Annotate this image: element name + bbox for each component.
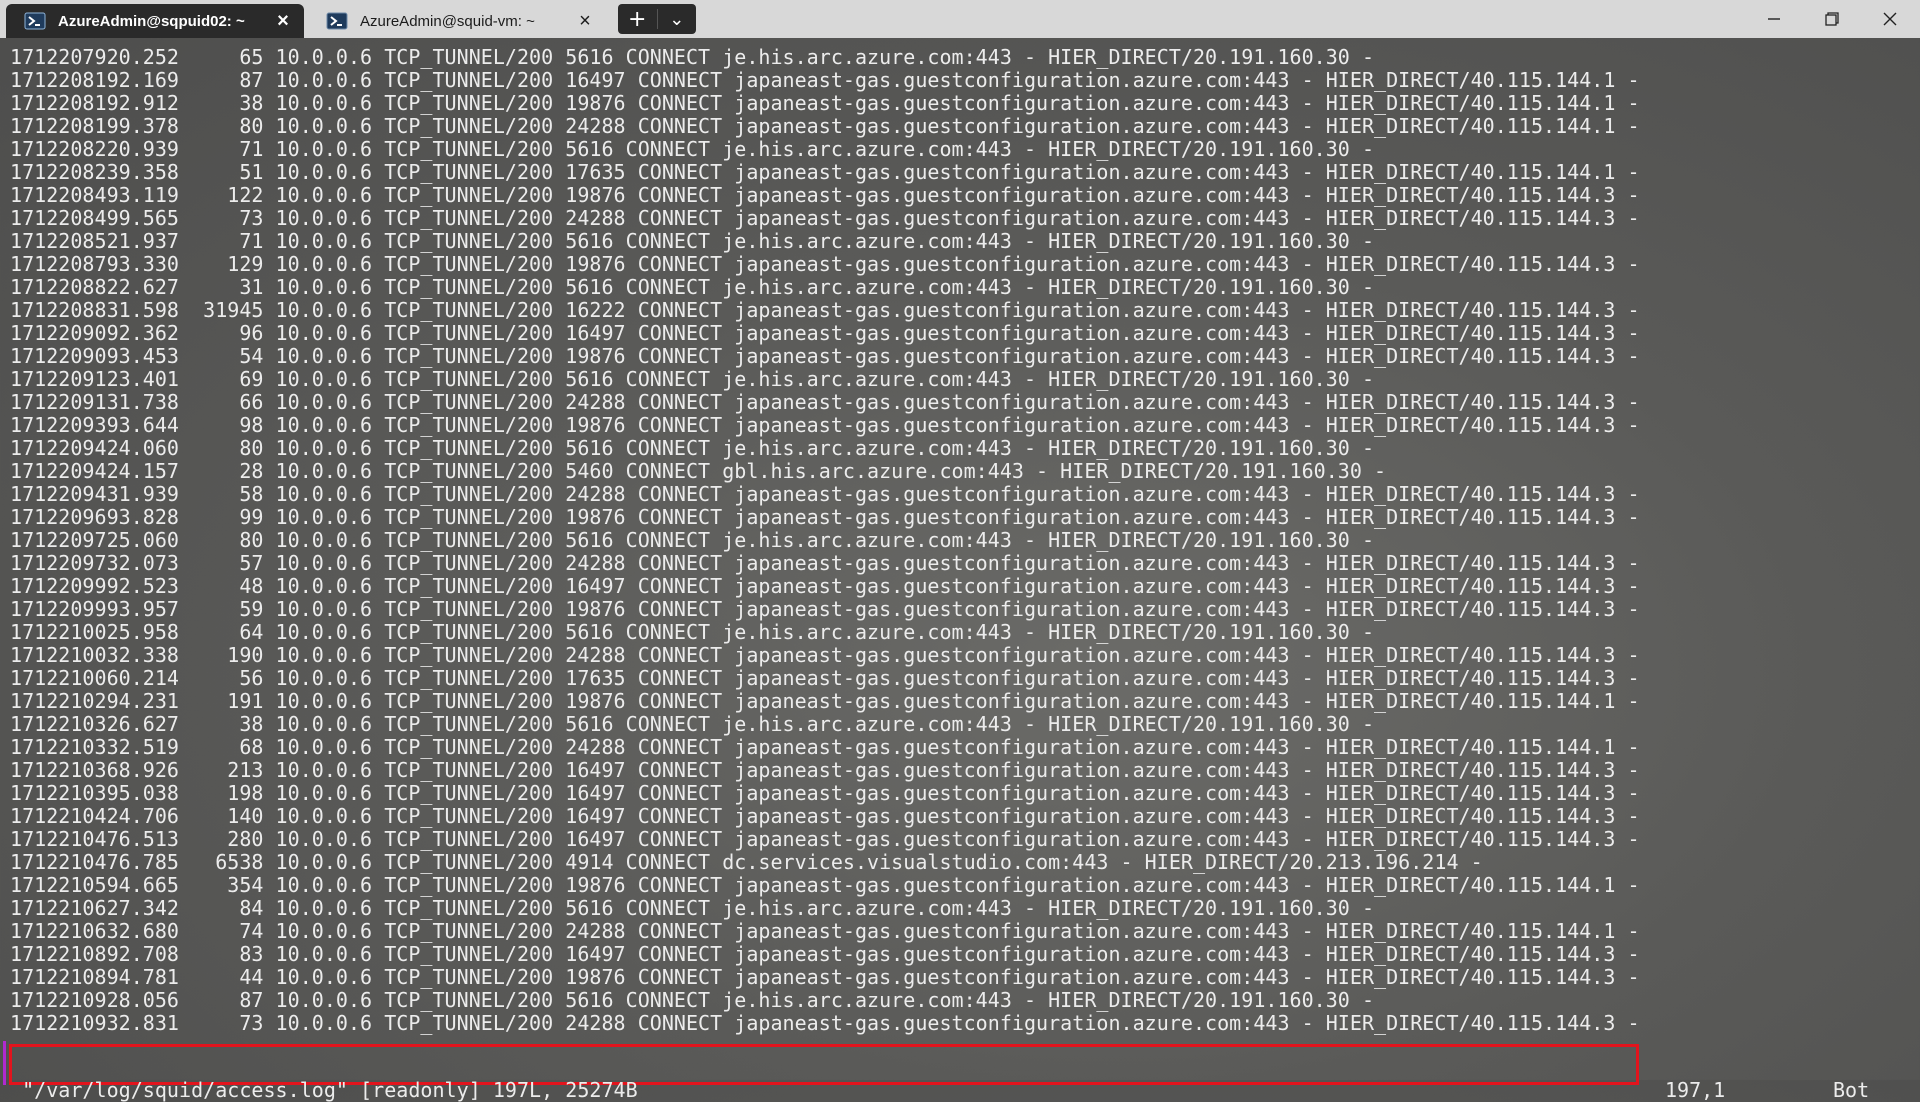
minimize-icon <box>1768 18 1780 20</box>
log-line: 1712210332.519 68 10.0.0.6 TCP_TUNNEL/20… <box>10 735 1640 759</box>
log-line: 1712208793.330 129 10.0.0.6 TCP_TUNNEL/2… <box>10 252 1640 276</box>
restore-icon <box>1825 12 1839 26</box>
log-line: 1712209131.738 66 10.0.0.6 TCP_TUNNEL/20… <box>10 390 1640 414</box>
log-line: 1712208220.939 71 10.0.0.6 TCP_TUNNEL/20… <box>10 137 1375 161</box>
log-line: 1712210476.513 280 10.0.0.6 TCP_TUNNEL/2… <box>10 827 1640 851</box>
log-line: 1712210368.926 213 10.0.0.6 TCP_TUNNEL/2… <box>10 758 1640 782</box>
log-line: 1712207920.252 65 10.0.0.6 TCP_TUNNEL/20… <box>10 45 1375 69</box>
log-line: 1712210476.785 6538 10.0.0.6 TCP_TUNNEL/… <box>10 850 1483 874</box>
log-line: 1712210928.056 87 10.0.0.6 TCP_TUNNEL/20… <box>10 988 1375 1012</box>
close-tab-icon[interactable]: × <box>272 10 294 32</box>
log-line: 1712209424.157 28 10.0.0.6 TCP_TUNNEL/20… <box>10 459 1387 483</box>
log-line: 1712209693.828 99 10.0.0.6 TCP_TUNNEL/20… <box>10 505 1640 529</box>
log-line: 1712210294.231 191 10.0.0.6 TCP_TUNNEL/2… <box>10 689 1640 713</box>
log-line: 1712210892.708 83 10.0.0.6 TCP_TUNNEL/20… <box>10 942 1640 966</box>
log-line: 1712209732.073 57 10.0.0.6 TCP_TUNNEL/20… <box>10 551 1640 575</box>
log-line: 1712209092.362 96 10.0.0.6 TCP_TUNNEL/20… <box>10 321 1640 345</box>
log-line: 1712210632.680 74 10.0.0.6 TCP_TUNNEL/20… <box>10 919 1640 943</box>
log-line: 1712209123.401 69 10.0.0.6 TCP_TUNNEL/20… <box>10 367 1375 391</box>
log-line: 1712210025.958 64 10.0.0.6 TCP_TUNNEL/20… <box>10 620 1375 644</box>
status-cursor-position: 197,1 <box>1665 1078 1726 1102</box>
status-file-info: "/var/log/squid/access.log" [readonly] 1… <box>10 1078 638 1102</box>
log-line: 1712209431.939 58 10.0.0.6 TCP_TUNNEL/20… <box>10 482 1640 506</box>
log-line: 1712208499.565 73 10.0.0.6 TCP_TUNNEL/20… <box>10 206 1640 230</box>
log-line: 1712209424.060 80 10.0.0.6 TCP_TUNNEL/20… <box>10 436 1375 460</box>
restore-button[interactable] <box>1804 0 1860 38</box>
log-line: 1712208192.169 87 10.0.0.6 TCP_TUNNEL/20… <box>10 68 1640 92</box>
log-line: 1712208192.912 38 10.0.0.6 TCP_TUNNEL/20… <box>10 91 1640 115</box>
log-line: 1712210326.627 38 10.0.0.6 TCP_TUNNEL/20… <box>10 712 1375 736</box>
tab-squid-vm[interactable]: AzureAdmin@squid-vm: ~ × <box>308 4 606 38</box>
log-line: 1712209725.060 80 10.0.0.6 TCP_TUNNEL/20… <box>10 528 1375 552</box>
tab-dropdown-chevron-icon[interactable]: ⌄ <box>658 4 697 34</box>
log-line: 1712210627.342 84 10.0.0.6 TCP_TUNNEL/20… <box>10 896 1375 920</box>
log-line: 1712209993.957 59 10.0.0.6 TCP_TUNNEL/20… <box>10 597 1640 621</box>
log-line: 1712210424.706 140 10.0.0.6 TCP_TUNNEL/2… <box>10 804 1640 828</box>
log-line: 1712208493.119 122 10.0.0.6 TCP_TUNNEL/2… <box>10 183 1640 207</box>
log-line: 1712210894.781 44 10.0.0.6 TCP_TUNNEL/20… <box>10 965 1640 989</box>
log-line: 1712209393.644 98 10.0.0.6 TCP_TUNNEL/20… <box>10 413 1640 437</box>
title-bar: AzureAdmin@sqpuid02: ~ × AzureAdmin@squi… <box>0 0 1920 38</box>
log-line: 1712210032.338 190 10.0.0.6 TCP_TUNNEL/2… <box>10 643 1640 667</box>
terminal-pane[interactable]: 1712207920.252 65 10.0.0.6 TCP_TUNNEL/20… <box>0 38 1920 1102</box>
log-line: 1712209093.453 54 10.0.0.6 TCP_TUNNEL/20… <box>10 344 1640 368</box>
close-tab-icon[interactable]: × <box>574 10 596 32</box>
new-tab-button[interactable]: + <box>618 4 657 34</box>
log-line: 1712209992.523 48 10.0.0.6 TCP_TUNNEL/20… <box>10 574 1640 598</box>
log-line: 1712208521.937 71 10.0.0.6 TCP_TUNNEL/20… <box>10 229 1375 253</box>
log-line: 1712210395.038 198 10.0.0.6 TCP_TUNNEL/2… <box>10 781 1640 805</box>
log-line: 1712208239.358 51 10.0.0.6 TCP_TUNNEL/20… <box>10 160 1640 184</box>
close-icon <box>1883 12 1897 26</box>
log-line: 1712210594.665 354 10.0.0.6 TCP_TUNNEL/2… <box>10 873 1640 897</box>
close-window-button[interactable] <box>1862 0 1918 38</box>
tab-label: AzureAdmin@squid-vm: ~ <box>360 12 535 30</box>
log-line: 1712208199.378 80 10.0.0.6 TCP_TUNNEL/20… <box>10 114 1640 138</box>
powershell-icon <box>326 12 348 30</box>
new-tab-group: + ⌄ <box>618 4 696 34</box>
log-line: 1712210932.831 73 10.0.0.6 TCP_TUNNEL/20… <box>10 1011 1640 1035</box>
minimize-button[interactable] <box>1746 0 1802 38</box>
powershell-icon <box>24 12 46 30</box>
log-line: 1712208831.598 31945 10.0.0.6 TCP_TUNNEL… <box>10 298 1640 322</box>
tab-sqpuid02[interactable]: AzureAdmin@sqpuid02: ~ × <box>6 4 304 38</box>
status-scroll-indicator: Bot <box>1833 1078 1870 1102</box>
log-line: 1712210060.214 56 10.0.0.6 TCP_TUNNEL/20… <box>10 666 1640 690</box>
log-line: 1712208822.627 31 10.0.0.6 TCP_TUNNEL/20… <box>10 275 1375 299</box>
tab-label: AzureAdmin@sqpuid02: ~ <box>58 12 245 30</box>
